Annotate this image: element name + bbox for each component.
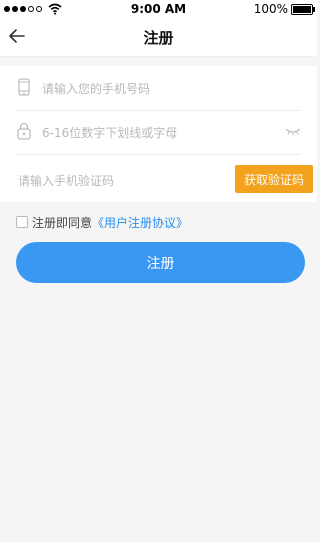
lock-icon: [17, 122, 31, 140]
battery-icon: [291, 3, 315, 15]
get-code-button[interactable]: 获取验证码: [235, 165, 313, 193]
status-bar: 9:00 AM 100%: [0, 0, 317, 18]
battery-status: 100%: [253, 2, 315, 16]
phone-input[interactable]: [40, 74, 284, 104]
navigation-bar: 注册: [0, 18, 317, 57]
register-button[interactable]: 注册: [16, 242, 305, 283]
verification-code-input[interactable]: [16, 166, 210, 196]
verification-code-row: 获取验证码: [16, 158, 313, 202]
agreement-text: 注册即同意: [32, 215, 93, 230]
eye-closed-icon[interactable]: [285, 126, 301, 136]
phone-row: [16, 66, 301, 111]
phone-icon: [18, 78, 30, 96]
password-input[interactable]: [40, 118, 284, 148]
battery-percentage: 100%: [253, 2, 288, 16]
agreement-row: 注册即同意 《用户注册协议》: [16, 213, 188, 231]
agreement-link[interactable]: 《用户注册协议》: [92, 214, 188, 231]
password-row: [16, 110, 301, 155]
page-title: 注册: [143, 29, 174, 47]
agreement-checkbox[interactable]: [16, 216, 28, 228]
register-form: 获取验证码: [0, 66, 317, 202]
